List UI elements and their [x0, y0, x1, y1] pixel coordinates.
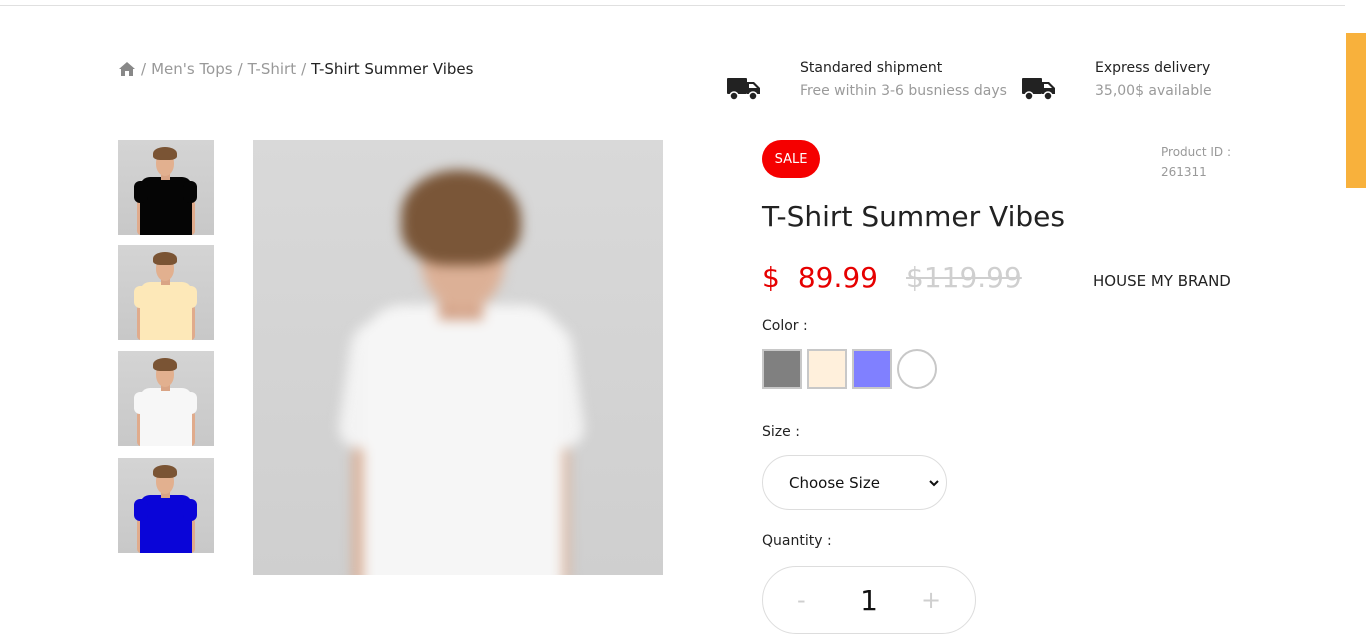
color-swatch-white[interactable]	[897, 349, 937, 389]
product-id-label: Product ID :	[1161, 145, 1232, 159]
color-swatches	[762, 349, 942, 389]
original-price: $119.99	[906, 260, 1022, 294]
shipping-express-text: Express delivery 35,00$ available	[1095, 58, 1212, 101]
breadcrumb-separator: /	[237, 60, 243, 78]
price-row: $ 89.99 $119.99	[762, 258, 1022, 296]
currency-symbol: $	[762, 260, 780, 294]
size-select-value: Choose Size	[789, 473, 880, 492]
color-swatch-cream[interactable]	[807, 349, 847, 389]
product-id: Product ID : 261311	[1161, 142, 1231, 182]
main-product-image[interactable]	[253, 140, 663, 575]
color-swatch-periwinkle[interactable]	[852, 349, 892, 389]
breadcrumb-separator: /	[301, 60, 307, 78]
scrollbar-thumb[interactable]	[1346, 33, 1366, 188]
quantity-increase-button[interactable]: +	[921, 586, 941, 614]
truck-icon	[727, 78, 760, 101]
brand-name[interactable]: HOUSE MY BRAND	[1093, 272, 1231, 290]
sale-badge: SALE	[762, 140, 820, 178]
chevron-down-icon	[929, 480, 939, 487]
shipping-express-title: Express delivery	[1095, 60, 1211, 76]
top-divider	[0, 5, 1345, 6]
breadcrumb-tshirt[interactable]: T-Shirt	[248, 60, 296, 78]
product-title: T-Shirt Summer Vibes	[762, 200, 1065, 233]
size-label: Size :	[762, 424, 800, 440]
quantity-label: Quantity :	[762, 533, 832, 549]
breadcrumb: / Men's Tops / T-Shirt / T-Shirt Summer …	[118, 59, 473, 79]
thumbnail-cream[interactable]	[118, 245, 214, 340]
shipping-standard-subtitle: Free within 3-6 busniess days	[800, 83, 1007, 99]
sale-price: 89.99	[797, 260, 878, 294]
thumbnail-black[interactable]	[118, 140, 214, 235]
shipping-standard-title: Standared shipment	[800, 60, 943, 76]
thumbnail-blue[interactable]	[118, 458, 214, 553]
color-swatch-gray[interactable]	[762, 349, 802, 389]
size-select[interactable]: Choose Size	[762, 455, 947, 510]
color-label: Color :	[762, 318, 808, 334]
quantity-stepper: - 1 +	[762, 566, 976, 634]
quantity-decrease-button[interactable]: -	[797, 586, 806, 614]
quantity-value[interactable]: 1	[857, 584, 881, 617]
breadcrumb-mens-tops[interactable]: Men's Tops	[151, 60, 233, 78]
truck-icon	[1022, 78, 1055, 101]
thumbnail-white[interactable]	[118, 351, 214, 446]
home-icon[interactable]	[118, 61, 136, 77]
breadcrumb-separator: /	[141, 60, 147, 78]
shipping-standard-text: Standared shipment Free within 3-6 busni…	[800, 58, 1007, 101]
breadcrumb-current: T-Shirt Summer Vibes	[311, 60, 474, 78]
shipping-express-subtitle: 35,00$ available	[1095, 83, 1212, 99]
product-id-value: 261311	[1161, 165, 1207, 179]
